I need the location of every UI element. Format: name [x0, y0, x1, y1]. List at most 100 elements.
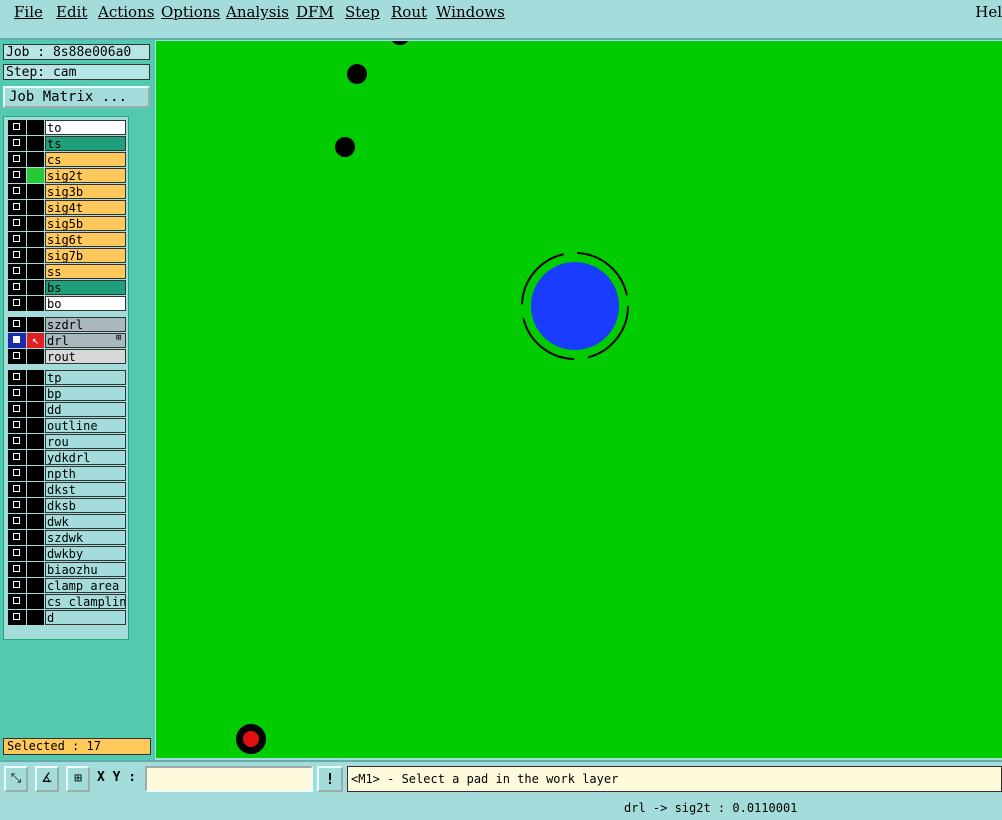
layer-row-tp[interactable]: tp	[8, 370, 126, 385]
grid-snap-icon[interactable]: ⊞	[66, 766, 90, 792]
layer-display-checkbox[interactable]	[8, 466, 26, 481]
layer-row-bp[interactable]: bp	[8, 386, 126, 401]
layer-display-checkbox[interactable]	[8, 317, 26, 332]
layer-display-checkbox[interactable]	[8, 216, 26, 231]
layer-display-checkbox[interactable]	[8, 280, 26, 295]
layer-row-sig2t[interactable]: sig2t	[8, 168, 126, 183]
job-matrix-button[interactable]: Job Matrix ...	[3, 86, 150, 108]
layer-name[interactable]: ydkdrl	[45, 450, 126, 465]
layer-row-szdwk[interactable]: szdwk	[8, 530, 126, 545]
layer-row-drl[interactable]: ↖ drl ⊞	[8, 333, 126, 348]
layer-display-checkbox[interactable]	[8, 152, 26, 167]
menu-options[interactable]: Options	[161, 3, 220, 21]
layer-affected-toggle[interactable]	[27, 498, 44, 513]
layer-display-checkbox[interactable]	[8, 296, 26, 311]
layer-display-checkbox[interactable]	[8, 120, 26, 135]
layer-affected-toggle[interactable]	[27, 610, 44, 625]
layer-row-ss[interactable]: ss	[8, 264, 126, 279]
layer-name[interactable]: dkst	[45, 482, 126, 497]
menu-step[interactable]: Step	[345, 3, 380, 21]
layer-name[interactable]: sig3b	[45, 184, 126, 199]
layer-display-checkbox[interactable]	[8, 450, 26, 465]
layer-display-checkbox[interactable]	[8, 578, 26, 593]
layer-name[interactable]: biaozhu	[45, 562, 126, 577]
layer-row-cs[interactable]: cs	[8, 152, 126, 167]
layer-name[interactable]: sig6t	[45, 232, 126, 247]
layer-name[interactable]: ss	[45, 264, 126, 279]
layer-display-checkbox[interactable]	[8, 349, 26, 364]
layer-name[interactable]: bs	[45, 280, 126, 295]
layer-name[interactable]: cs	[45, 152, 126, 167]
zoom-fit-icon[interactable]: ⤡	[4, 766, 28, 792]
layer-affected-toggle[interactable]	[27, 296, 44, 311]
layer-affected-toggle[interactable]	[27, 450, 44, 465]
layer-name[interactable]: bo	[45, 296, 126, 311]
layer-affected-toggle[interactable]	[27, 136, 44, 151]
layer-row-rou[interactable]: rou	[8, 434, 126, 449]
layer-row-biaozhu[interactable]: biaozhu	[8, 562, 126, 577]
layer-name[interactable]: drl	[45, 333, 126, 348]
layer-affected-toggle[interactable]	[27, 562, 44, 577]
layer-row-dksb[interactable]: dksb	[8, 498, 126, 513]
layer-row-ydkdrl[interactable]: ydkdrl	[8, 450, 126, 465]
pad-red-selected[interactable]	[236, 724, 266, 754]
layer-row-npth[interactable]: npth	[8, 466, 126, 481]
layer-affected-toggle[interactable]	[27, 386, 44, 401]
layer-name[interactable]: dksb	[45, 498, 126, 513]
pad-partial-top[interactable]	[390, 41, 410, 45]
layer-row-outline[interactable]: outline	[8, 418, 126, 433]
xy-input[interactable]	[145, 766, 313, 792]
layer-name[interactable]: sig5b	[45, 216, 126, 231]
warning-icon[interactable]: !	[317, 766, 343, 792]
menu-actions[interactable]: Actions	[98, 3, 154, 21]
layer-display-checkbox[interactable]	[8, 232, 26, 247]
layer-affected-toggle[interactable]	[27, 152, 44, 167]
layer-name[interactable]: ts	[45, 136, 126, 151]
layer-name[interactable]: sig4t	[45, 200, 126, 215]
layer-name[interactable]: dd	[45, 402, 126, 417]
layer-name[interactable]: dwkby	[45, 546, 126, 561]
layer-affected-toggle[interactable]	[27, 184, 44, 199]
layer-affected-toggle[interactable]	[27, 402, 44, 417]
layer-affected-toggle[interactable]	[27, 434, 44, 449]
layer-affected-toggle[interactable]	[27, 349, 44, 364]
layer-affected-toggle[interactable]	[27, 482, 44, 497]
layer-affected-toggle[interactable]	[27, 200, 44, 215]
layer-display-checkbox[interactable]	[8, 402, 26, 417]
layer-display-checkbox[interactable]	[8, 594, 26, 609]
layer-name[interactable]: d	[45, 610, 126, 625]
layer-name[interactable]: szdwk	[45, 530, 126, 545]
layer-display-checkbox[interactable]	[8, 168, 26, 183]
layer-row-sig4t[interactable]: sig4t	[8, 200, 126, 215]
layer-affected-toggle[interactable]	[27, 168, 44, 183]
pad-small-2[interactable]	[335, 137, 355, 157]
layer-name[interactable]: outline	[45, 418, 126, 433]
layer-row-cs_clampline[interactable]: cs_clampline	[8, 594, 126, 609]
graphics-canvas[interactable]	[156, 41, 1002, 758]
layer-affected-toggle[interactable]	[27, 514, 44, 529]
layer-row-szdrl[interactable]: szdrl	[8, 317, 126, 332]
layer-display-checkbox[interactable]	[8, 498, 26, 513]
layer-name[interactable]: tp	[45, 370, 126, 385]
layer-display-checkbox[interactable]	[8, 370, 26, 385]
layer-affected-toggle[interactable]	[27, 264, 44, 279]
layer-display-checkbox[interactable]	[8, 546, 26, 561]
layer-display-checkbox[interactable]	[8, 530, 26, 545]
layer-row-clamp_area[interactable]: clamp_area	[8, 578, 126, 593]
layer-display-checkbox[interactable]	[8, 333, 26, 348]
layer-affected-toggle[interactable]	[27, 370, 44, 385]
layer-row-ts[interactable]: ts	[8, 136, 126, 151]
layer-row-bo[interactable]: bo	[8, 296, 126, 311]
layer-display-checkbox[interactable]	[8, 248, 26, 263]
layer-name[interactable]: rout	[45, 349, 126, 364]
layer-display-checkbox[interactable]	[8, 610, 26, 625]
layer-name[interactable]: sig7b	[45, 248, 126, 263]
layer-name[interactable]: sig2t	[45, 168, 126, 183]
work-layer-arrow-icon[interactable]: ↖	[27, 333, 44, 348]
layer-row-dwk[interactable]: dwk	[8, 514, 126, 529]
layer-affected-toggle[interactable]	[27, 216, 44, 231]
layer-name[interactable]: cs_clampline	[45, 594, 126, 609]
layer-affected-toggle[interactable]	[27, 530, 44, 545]
layer-affected-toggle[interactable]	[27, 546, 44, 561]
layer-display-checkbox[interactable]	[8, 200, 26, 215]
